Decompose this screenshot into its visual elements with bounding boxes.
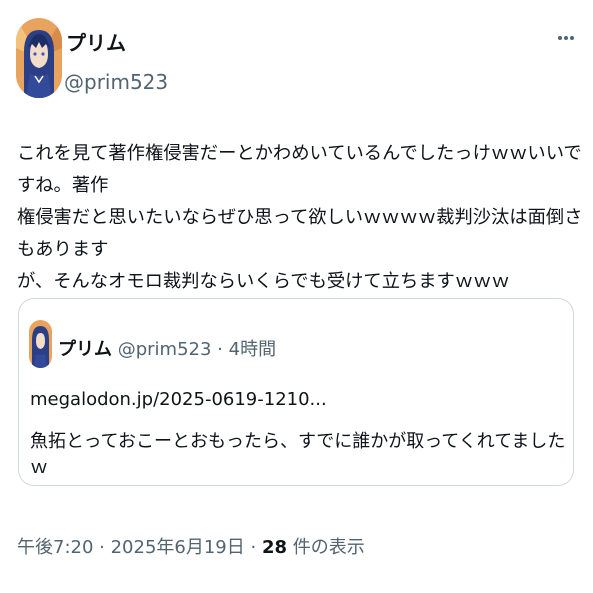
meta-separator: ·	[93, 537, 111, 558]
more-horizontal-icon[interactable]	[554, 26, 578, 50]
view-label[interactable]: 件の表示	[287, 537, 365, 558]
quoted-time[interactable]: 4時間	[229, 339, 276, 360]
tweet-text: これを見て著作権侵害だーとかわめいているんでしたっけｗｗいいですね。著作 権侵害…	[17, 143, 583, 292]
author-display-name[interactable]: プリム	[66, 27, 126, 56]
author-handle[interactable]: @prim523	[64, 70, 168, 94]
avatar[interactable]	[16, 18, 62, 98]
quoted-separator: ·	[211, 339, 229, 360]
quoted-display-name[interactable]: プリム	[58, 339, 112, 360]
view-count[interactable]: 28	[262, 537, 287, 558]
post-meta: 午後7:20 · 2025年6月19日 · 28 件の表示	[17, 533, 365, 559]
quoted-post[interactable]: プリム @prim523 · 4時間 megalodon.jp/2025-061…	[18, 298, 574, 486]
post-time[interactable]: 午後7:20	[17, 537, 93, 558]
meta-separator-2: ·	[244, 537, 262, 558]
quoted-avatar[interactable]	[29, 320, 52, 368]
quoted-header: プリム @prim523 · 4時間	[58, 335, 276, 361]
post-date[interactable]: 2025年6月19日	[111, 537, 245, 558]
quoted-handle[interactable]: @prim523	[118, 339, 212, 360]
quoted-link[interactable]: megalodon.jp/2025-0619-1210...	[30, 389, 327, 410]
quoted-text: 魚拓とっておこーとおもったら、すでに誰かが取ってくれてましたｗ	[30, 431, 566, 478]
